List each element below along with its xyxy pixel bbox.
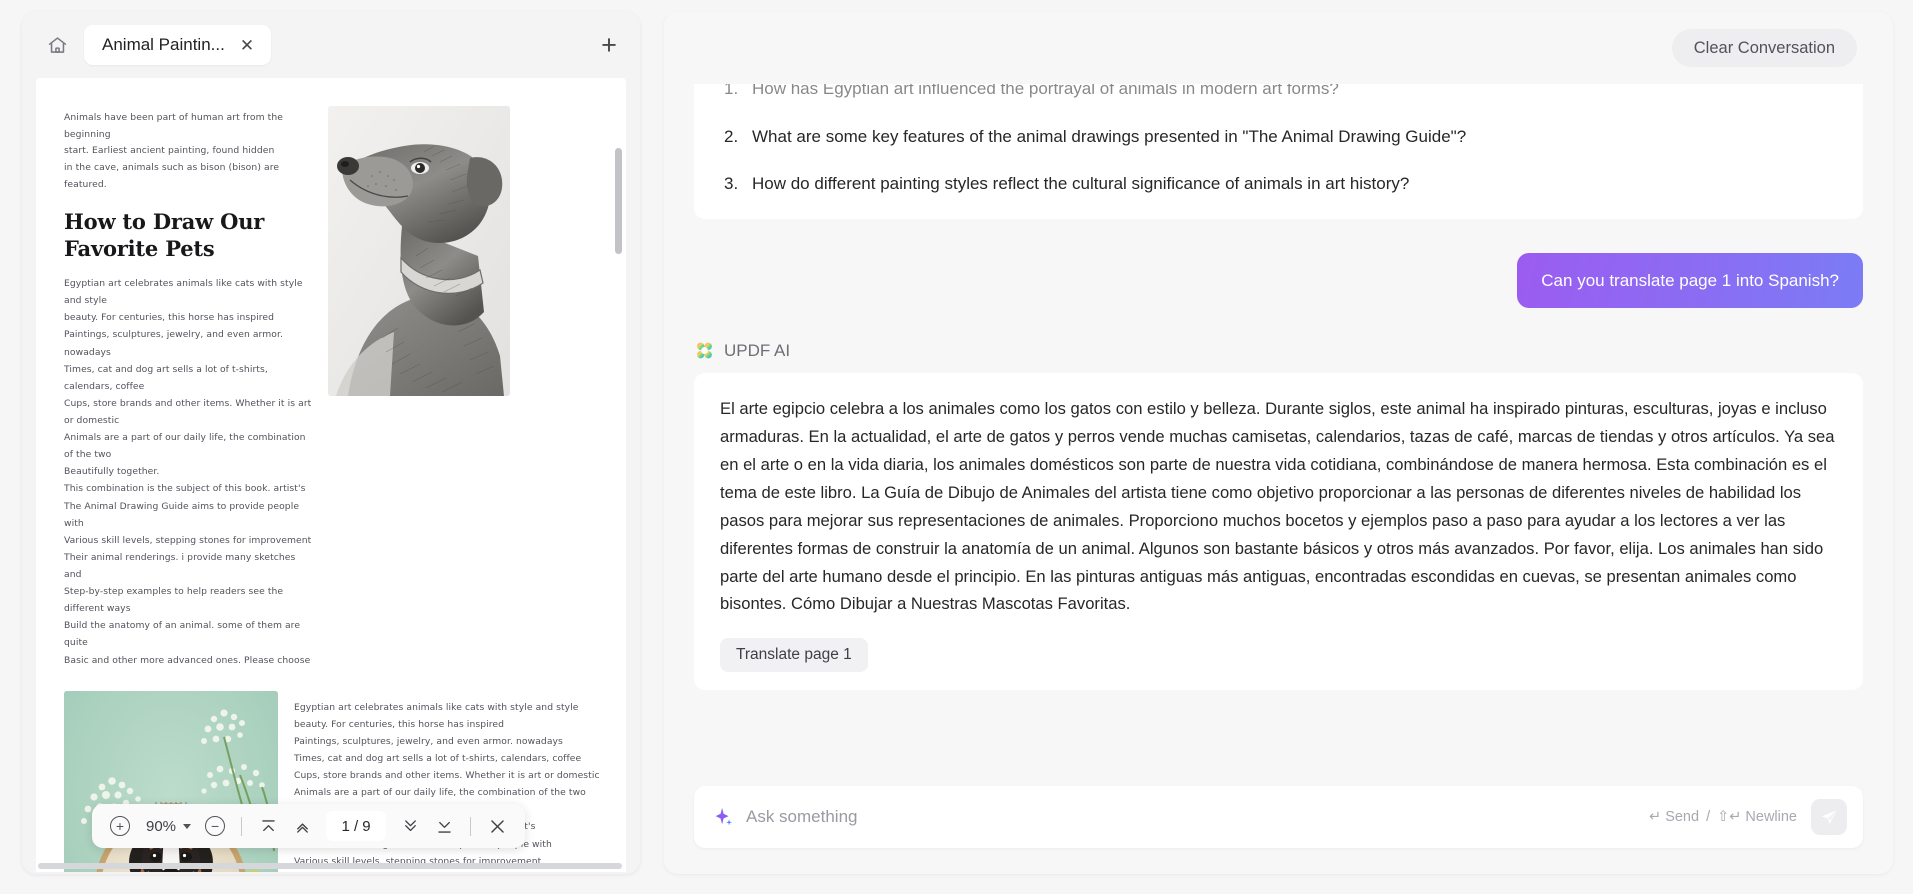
pdf-toolbar: + 90% − 1 / 9: [92, 804, 525, 848]
assistant-name: UPDF AI: [724, 341, 790, 361]
pdf-scrollbar-thumb[interactable]: [615, 148, 622, 254]
last-page-icon: [435, 817, 454, 836]
plus-icon: +: [110, 816, 130, 836]
close-toolbar-button[interactable]: [481, 810, 513, 842]
suggested-questions-list: How has Egyptian art influenced the port…: [720, 84, 1837, 197]
assistant-answer-text: El arte egipcio celebra a los animales c…: [720, 395, 1837, 618]
user-message-row: Can you translate page 1 into Spanish?: [694, 253, 1863, 309]
first-page-icon: [259, 817, 278, 836]
pdf-vertical-scrollbar[interactable]: [615, 148, 622, 872]
composer-wrapper: ↵ Send / ⇧↵ Newline: [664, 768, 1893, 874]
dog-sketch-image: [328, 106, 510, 396]
search-input[interactable]: [746, 807, 1649, 827]
document-canvas[interactable]: Animals have been part of human art from…: [36, 78, 626, 872]
close-icon: [488, 817, 507, 836]
suggested-questions-card: How has Egyptian art influenced the port…: [694, 84, 1863, 219]
greyhound-sketch-illustration: [328, 106, 510, 396]
zoom-level-dropdown[interactable]: 90%: [138, 818, 197, 835]
zoom-out-button[interactable]: −: [199, 810, 231, 842]
toolbar-divider-1: [241, 817, 242, 836]
hint-divider: /: [1706, 809, 1710, 825]
chat-composer[interactable]: ↵ Send / ⇧↵ Newline: [694, 786, 1863, 848]
previous-page-button[interactable]: [286, 810, 318, 842]
pdf-body-text: Egyptian art celebrates animals like cat…: [64, 275, 312, 669]
assistant-answer-card: El arte egipcio celebra a los animales c…: [694, 373, 1863, 690]
zoom-level-value: 90%: [146, 818, 176, 835]
last-page-button[interactable]: [428, 810, 460, 842]
chat-scroll-area[interactable]: How has Egyptian art influenced the port…: [664, 84, 1893, 768]
close-icon[interactable]: ✕: [237, 35, 257, 56]
send-plane-icon: [1819, 807, 1839, 827]
chevron-down-icon: [401, 817, 420, 836]
pdf-intro-text: Animals have been part of human art from…: [64, 110, 312, 194]
new-tab-button[interactable]: +: [592, 28, 626, 62]
pdf-viewer-pane: Animal Paintin... ✕ + Animals have been …: [22, 12, 640, 874]
page-number-field[interactable]: 1 / 9: [326, 811, 386, 841]
clear-conversation-button[interactable]: Clear Conversation: [1672, 29, 1857, 67]
updf-clover-icon: [694, 340, 715, 361]
user-message-bubble: Can you translate page 1 into Spanish?: [1517, 253, 1863, 309]
sparkle-icon: [712, 806, 734, 828]
toolbar-divider-2: [470, 817, 471, 836]
zoom-in-button[interactable]: +: [104, 810, 136, 842]
pdf-horizontal-scrollbar[interactable]: [38, 863, 622, 869]
first-page-button[interactable]: [252, 810, 284, 842]
pdf-page-1: Animals have been part of human art from…: [36, 78, 626, 872]
hint-newline: ⇧↵ Newline: [1717, 809, 1797, 825]
suggestion-item-3[interactable]: How do different painting styles reflect…: [720, 171, 1837, 197]
ai-header: Clear Conversation: [664, 12, 1893, 84]
next-page-button[interactable]: [394, 810, 426, 842]
keyboard-hints: ↵ Send / ⇧↵ Newline: [1649, 809, 1797, 825]
hint-send: ↵ Send: [1649, 809, 1699, 825]
app-root: Animal Paintin... ✕ + Animals have been …: [0, 0, 1913, 894]
assistant-brand: UPDF AI: [694, 340, 1863, 361]
suggestion-item-2[interactable]: What are some key features of the animal…: [720, 124, 1837, 150]
pdf-heading: How to Draw Our Favorite Pets: [64, 208, 312, 263]
ai-chat-pane: Clear Conversation How has Egyptian art …: [664, 12, 1893, 874]
suggestion-item-1[interactable]: How has Egyptian art influenced the port…: [720, 84, 1837, 102]
document-tab[interactable]: Animal Paintin... ✕: [84, 25, 271, 65]
home-icon[interactable]: [40, 28, 74, 62]
chevron-down-icon: [183, 824, 191, 829]
send-button[interactable]: [1811, 799, 1847, 835]
minus-icon: −: [205, 816, 225, 836]
tab-title: Animal Paintin...: [102, 35, 225, 55]
tab-bar: Animal Paintin... ✕ +: [22, 12, 640, 78]
chevron-up-icon: [293, 817, 312, 836]
translate-page-chip[interactable]: Translate page 1: [720, 638, 868, 672]
